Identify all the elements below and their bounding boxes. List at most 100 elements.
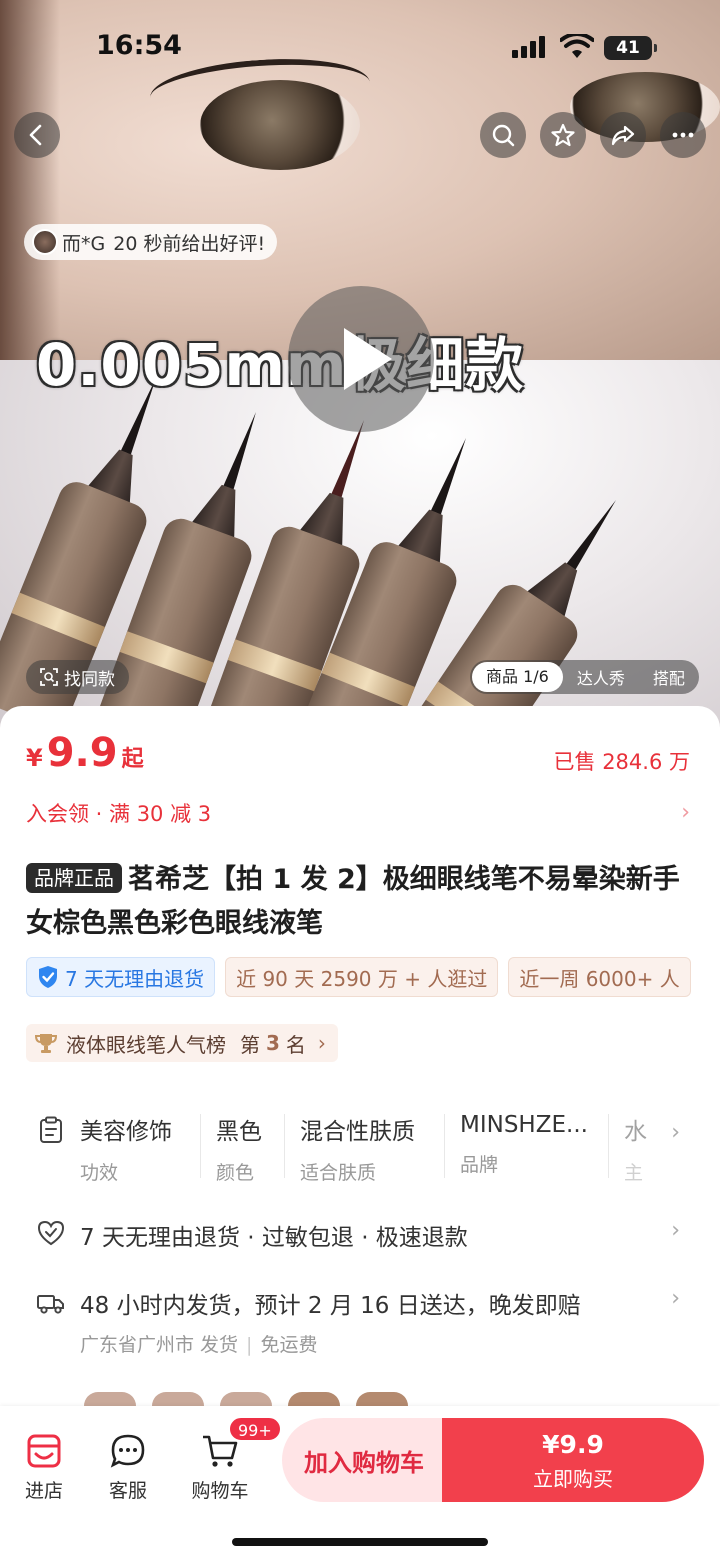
play-video-button[interactable] <box>288 286 434 432</box>
attribute-value: 美容修饰 <box>80 1119 172 1145</box>
attribute-value: 混合性肤质 <box>300 1119 415 1145</box>
chevron-right-icon: › <box>317 1031 326 1055</box>
clipboard-icon <box>40 1116 62 1143</box>
price-suffix: 起 <box>121 747 144 772</box>
attribute-key: 品牌 <box>460 1154 499 1176</box>
customer-service-label: 客服 <box>108 1480 147 1502</box>
price: ¥ 9.9 起 <box>26 730 144 776</box>
currency-symbol: ¥ <box>26 744 43 772</box>
attribute-value: MINSHZE... <box>460 1112 588 1138</box>
heart-shield-icon <box>37 1220 65 1246</box>
product-title: 品牌正品 茗希芝【拍 1 发 2】极细眼线笔不易晕染新手女棕色黑色彩色眼线液笔 <box>26 858 694 946</box>
share-button[interactable] <box>600 112 646 158</box>
search-icon <box>492 124 515 147</box>
tab-influencer-show[interactable]: 达人秀 <box>563 665 639 689</box>
tab-product-images[interactable]: 商品 1/6 <box>472 662 563 692</box>
review-thumbnail <box>152 1392 204 1406</box>
store-label: 进店 <box>24 1480 63 1502</box>
find-same-button[interactable]: 找同款 <box>26 660 129 694</box>
attribute-key: 主 <box>624 1162 644 1184</box>
review-thumbnails <box>84 1392 408 1406</box>
rank-di: 第 <box>240 1032 260 1057</box>
back-button[interactable] <box>14 112 60 158</box>
brand-authentic-tag: 品牌正品 <box>26 863 122 893</box>
more-dots-icon <box>672 132 694 138</box>
chevron-right-icon: › <box>671 1286 680 1311</box>
shipping-row[interactable]: 48 小时内发货，预计 2 月 16 日送达，晚发即赔 广东省广州市 发货 | 免运… <box>14 1280 706 1370</box>
left-eye <box>200 80 360 170</box>
chevron-right-icon: › <box>671 1218 680 1243</box>
buy-now-label: 立即购买 <box>533 1467 613 1491</box>
review-thumbnail <box>356 1392 408 1406</box>
review-thumbnail <box>84 1392 136 1406</box>
customer-service-tab[interactable]: 客服 <box>88 1432 168 1503</box>
more-button[interactable] <box>660 112 706 158</box>
cart-count-badge: 99+ <box>228 1416 282 1442</box>
attributes-row[interactable]: 美容修饰 功效 黑色 颜色 混合性肤质 适合肤质 MINSHZE... 品牌 水… <box>14 1090 706 1190</box>
return-service-row[interactable]: 7 天无理由退货 · 过敏包退 · 极速退款 › <box>14 1206 706 1266</box>
battery-indicator: 41 <box>604 36 657 60</box>
price-value: 9.9 <box>46 730 118 776</box>
attribute-key: 适合肤质 <box>300 1162 377 1184</box>
chat-bubble-icon <box>110 1434 145 1468</box>
buy-now-button[interactable]: ¥9.9 立即购买 <box>442 1418 704 1502</box>
popularity-rank-badge[interactable]: 液体眼线笔人气榜 第 3 名 › <box>26 1024 338 1062</box>
return-service-text: 7 天无理由退货 · 过敏包退 · 极速退款 <box>80 1225 468 1251</box>
favorite-button[interactable] <box>540 112 586 158</box>
divider <box>444 1114 445 1178</box>
scan-icon <box>40 668 58 686</box>
review-text: 20 秒前给出好评! <box>113 232 266 255</box>
truck-icon <box>37 1295 64 1314</box>
media-tabs: 商品 1/6 达人秀 搭配 <box>470 660 699 694</box>
divider <box>284 1114 285 1178</box>
rank-number: 3 <box>266 1031 280 1055</box>
buy-now-price: ¥9.9 <box>542 1430 604 1459</box>
add-to-cart-button[interactable]: 加入购物车 <box>282 1418 446 1502</box>
divider <box>200 1114 201 1178</box>
freight-text: 免运费 <box>260 1334 318 1356</box>
member-promo[interactable]: 入会领 · 满 30 减 3 <box>26 798 211 828</box>
wifi-icon <box>560 34 594 58</box>
attribute-main-ingredient: 水 主 <box>624 1112 647 1185</box>
search-button[interactable] <box>480 112 526 158</box>
attribute-value: 水 <box>624 1119 647 1145</box>
product-highlights: 7 天无理由退货 近 90 天 2590 万 + 人逛过 近一周 6000+ 人 <box>26 957 720 999</box>
attribute-brand: MINSHZE... 品牌 <box>460 1112 588 1177</box>
review-thumbnail <box>220 1392 272 1406</box>
home-indicator[interactable] <box>232 1538 488 1546</box>
store-tab[interactable]: 进店 <box>4 1432 84 1503</box>
status-time: 16:54 <box>96 30 182 61</box>
tab-matching[interactable]: 搭配 <box>639 665 699 689</box>
divider <box>608 1114 609 1178</box>
recent-review-pill: 而*G 20 秒前给出好评! <box>24 224 278 260</box>
ship-origin: 广东省广州市 发货 | 免运费 <box>80 1334 318 1356</box>
attribute-skin-type: 混合性肤质 适合肤质 <box>300 1112 415 1185</box>
rank-ming: 名 <box>285 1032 306 1057</box>
review-thumbnail <box>288 1392 340 1406</box>
product-gallery[interactable]: 0.005mm极细款 <box>0 0 720 740</box>
ship-origin-text: 广东省广州市 发货 <box>80 1334 239 1356</box>
chevron-right-icon[interactable]: › <box>681 800 690 825</box>
reviewer-avatar <box>32 229 58 255</box>
attribute-key: 功效 <box>80 1162 119 1184</box>
star-icon <box>551 123 575 147</box>
rank-list-name: 液体眼线笔人气榜 <box>66 1032 226 1057</box>
attribute-color: 黑色 颜色 <box>216 1112 262 1185</box>
product-details-panel: 美容修饰 功效 黑色 颜色 混合性肤质 适合肤质 MINSHZE... 品牌 水… <box>14 1090 706 1406</box>
cellular-signal-icon <box>512 36 548 58</box>
trophy-icon <box>34 1034 58 1053</box>
return-policy-chip[interactable]: 7 天无理由退货 <box>26 957 216 997</box>
return-policy-label: 7 天无理由退货 <box>65 966 205 991</box>
attribute-value: 黑色 <box>216 1119 262 1145</box>
cart-label: 购物车 <box>191 1480 249 1502</box>
shipping-eta-text: 48 小时内发货，预计 2 月 16 日送达，晚发即赔 <box>80 1293 581 1319</box>
video-caption: 0.005mm极细款 <box>36 331 525 399</box>
visitors-chip: 近 90 天 2590 万 + 人逛过 <box>225 957 499 997</box>
attribute-key: 颜色 <box>216 1162 255 1184</box>
reviewer-name: 而*G <box>62 232 106 255</box>
chevron-left-icon <box>29 124 42 146</box>
share-icon <box>611 125 635 146</box>
chevron-right-icon: › <box>671 1120 680 1145</box>
sold-count: 已售 284.6 万 <box>553 750 690 774</box>
weekly-sales-chip: 近一周 6000+ 人 <box>508 957 691 997</box>
